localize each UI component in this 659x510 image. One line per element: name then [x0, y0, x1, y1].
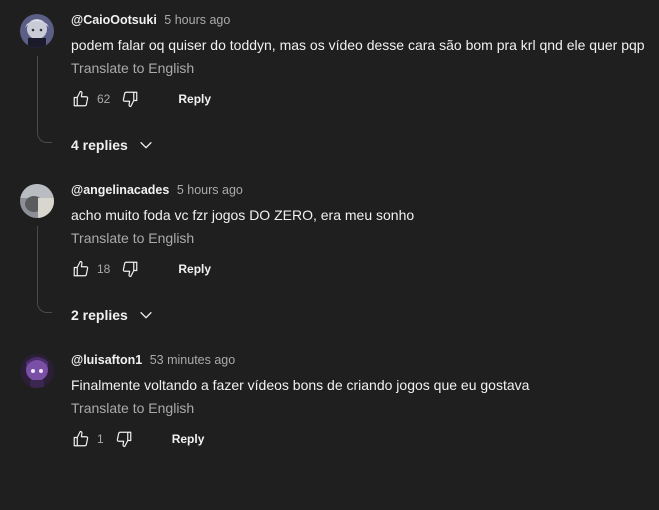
- reply-button[interactable]: Reply: [172, 432, 205, 446]
- comment: @CaioOotsuki 5 hours ago podem falar oq …: [0, 0, 659, 170]
- thumbs-up-icon: [73, 90, 89, 107]
- comment-timestamp[interactable]: 5 hours ago: [177, 183, 243, 197]
- like-button[interactable]: [71, 429, 91, 449]
- replies-toggle[interactable]: 2 replies: [71, 307, 154, 323]
- chevron-down-icon: [138, 137, 154, 153]
- replies-count-label: 2 replies: [71, 307, 128, 323]
- comment-text: podem falar oq quiser do toddyn, mas os …: [71, 37, 645, 53]
- photo-avatar-icon: [20, 184, 54, 218]
- translate-button[interactable]: Translate to English: [71, 400, 194, 416]
- like-button[interactable]: [71, 259, 91, 279]
- comment-header: @CaioOotsuki 5 hours ago: [71, 13, 230, 27]
- comment-actions: 18 Reply: [71, 259, 211, 279]
- comment-timestamp[interactable]: 53 minutes ago: [150, 353, 235, 367]
- thumbs-down-icon: [123, 261, 138, 278]
- chevron-down-icon: [138, 307, 154, 323]
- author-name[interactable]: @angelinacades: [71, 183, 169, 197]
- anime-character-avatar-icon: [20, 14, 54, 48]
- comment: @angelinacades 5 hours ago acho muito fo…: [0, 170, 659, 340]
- thread-line: [37, 56, 52, 143]
- dislike-button[interactable]: [114, 429, 134, 449]
- avatar[interactable]: [20, 354, 54, 388]
- comment-text: acho muito foda vc fzr jogos DO ZERO, er…: [71, 207, 415, 223]
- avatar[interactable]: [20, 184, 54, 218]
- thumbs-up-icon: [73, 430, 89, 447]
- author-name[interactable]: @CaioOotsuki: [71, 13, 157, 27]
- comment-header: @luisafton1 53 minutes ago: [71, 353, 235, 367]
- thread-line: [37, 226, 52, 313]
- replies-count-label: 4 replies: [71, 137, 128, 153]
- translate-button[interactable]: Translate to English: [71, 230, 194, 246]
- comment-actions: 1 Reply: [71, 429, 204, 449]
- comment: @luisafton1 53 minutes ago Finalmente vo…: [0, 340, 659, 510]
- purple-character-avatar-icon: [20, 354, 54, 388]
- thumbs-up-icon: [73, 260, 89, 277]
- reply-button[interactable]: Reply: [178, 262, 211, 276]
- dislike-button[interactable]: [120, 259, 140, 279]
- replies-toggle[interactable]: 4 replies: [71, 137, 154, 153]
- reply-button[interactable]: Reply: [178, 92, 211, 106]
- like-count: 62: [97, 92, 111, 106]
- comment-text: Finalmente voltando a fazer vídeos bons …: [71, 377, 530, 393]
- author-name[interactable]: @luisafton1: [71, 353, 142, 367]
- thumbs-down-icon: [116, 431, 132, 448]
- comment-header: @angelinacades 5 hours ago: [71, 183, 243, 197]
- comment-actions: 62 Reply: [71, 89, 211, 109]
- like-count: 18: [97, 262, 111, 276]
- translate-button[interactable]: Translate to English: [71, 60, 194, 76]
- thumbs-down-icon: [123, 91, 138, 108]
- like-button[interactable]: [71, 89, 91, 109]
- dislike-button[interactable]: [120, 89, 140, 109]
- comment-timestamp[interactable]: 5 hours ago: [164, 13, 230, 27]
- avatar[interactable]: [20, 14, 54, 48]
- like-count: 1: [97, 432, 104, 446]
